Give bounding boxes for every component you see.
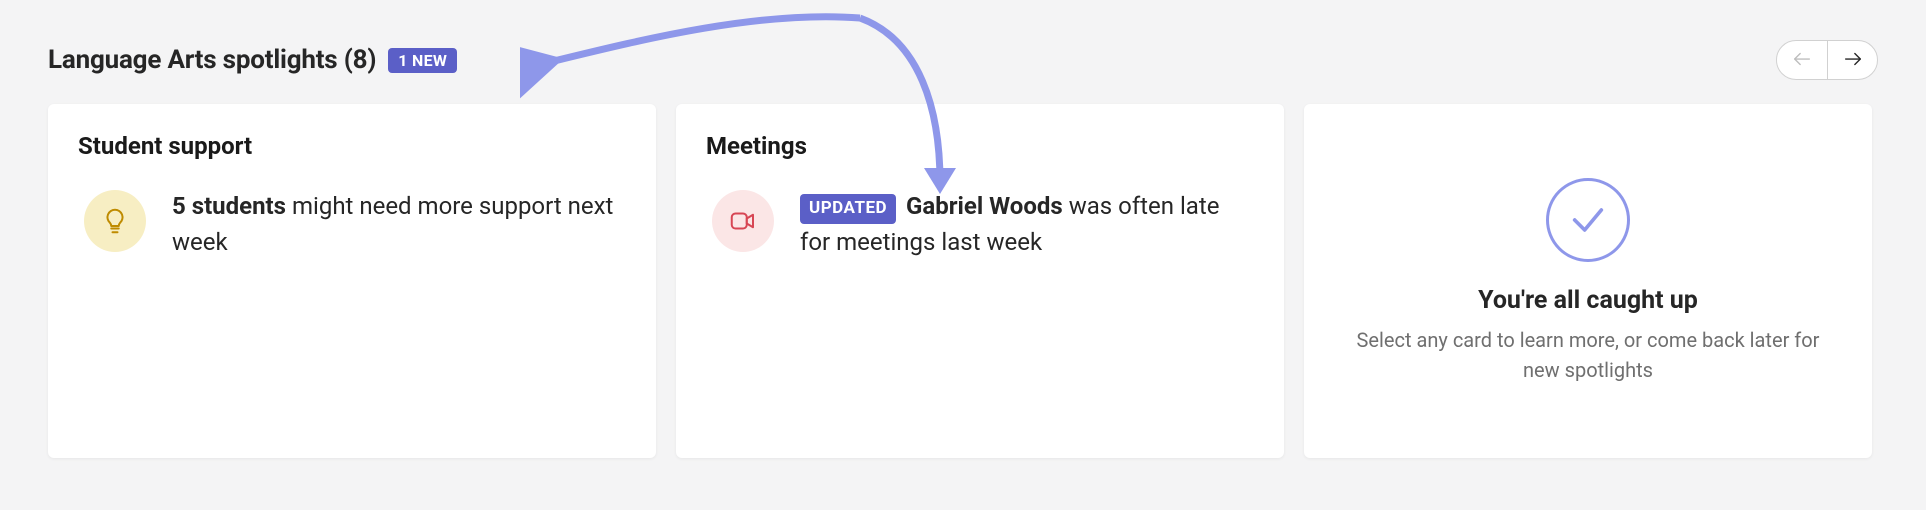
- person-name: Gabriel Woods: [906, 192, 1063, 220]
- section-header: Language Arts spotlights (8) 1 NEW: [48, 40, 1878, 80]
- arrow-right-icon: [1842, 48, 1864, 73]
- card-text: 5 students might need more support next …: [172, 188, 626, 260]
- caught-up-subtitle: Select any card to learn more, or come b…: [1344, 325, 1832, 385]
- caught-up-title: You're all caught up: [1478, 286, 1698, 315]
- prev-button[interactable]: [1777, 41, 1827, 79]
- video-camera-icon: [712, 190, 774, 252]
- carousel-nav: [1776, 40, 1878, 80]
- lightbulb-icon: [84, 190, 146, 252]
- card-text: UPDATED Gabriel Woods was often late for…: [800, 188, 1254, 260]
- cards-row: Student support 5 students might need mo…: [48, 104, 1878, 458]
- card-body: UPDATED Gabriel Woods was often late for…: [706, 188, 1254, 260]
- student-count: 5 students: [172, 192, 286, 220]
- card-meetings[interactable]: Meetings UPDATED Gabriel Woods was often…: [676, 104, 1284, 458]
- card-body: 5 students might need more support next …: [78, 188, 626, 260]
- card-title: Student support: [78, 132, 626, 160]
- card-student-support[interactable]: Student support 5 students might need mo…: [48, 104, 656, 458]
- new-badge: 1 NEW: [388, 48, 457, 73]
- updated-badge: UPDATED: [800, 194, 896, 224]
- spotlights-section: Language Arts spotlights (8) 1 NEW: [0, 0, 1926, 498]
- section-title: Language Arts spotlights (8): [48, 45, 376, 75]
- header-left: Language Arts spotlights (8) 1 NEW: [48, 45, 457, 75]
- card-title: Meetings: [706, 132, 1254, 160]
- checkmark-circle-icon: [1546, 178, 1630, 262]
- card-caught-up: You're all caught up Select any card to …: [1304, 104, 1872, 458]
- next-button[interactable]: [1827, 41, 1877, 79]
- arrow-left-icon: [1791, 48, 1813, 73]
